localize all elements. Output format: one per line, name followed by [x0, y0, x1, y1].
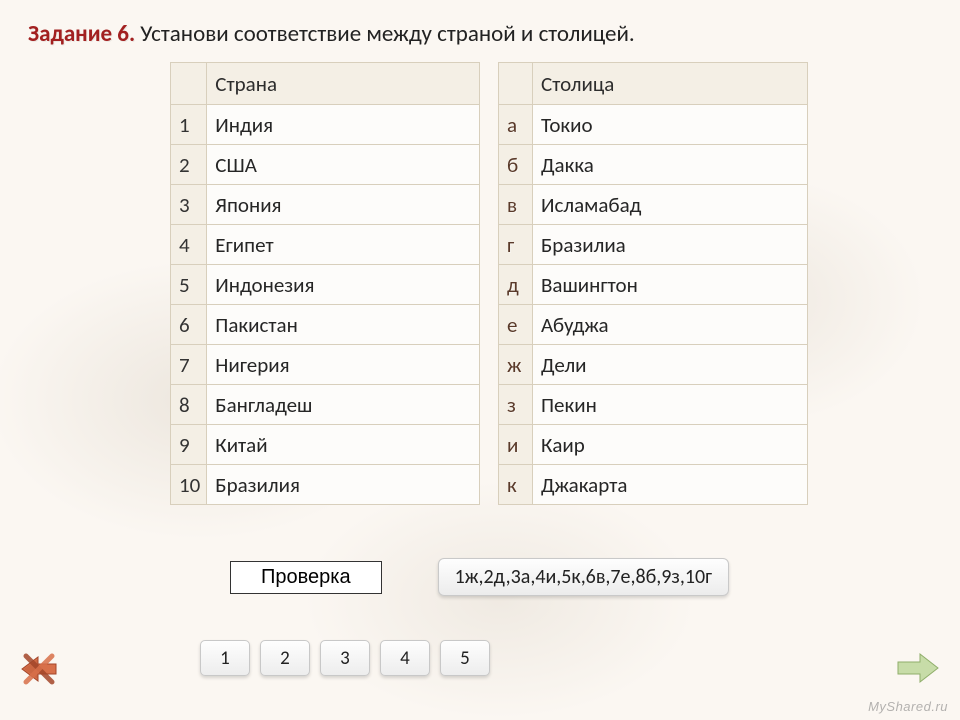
table-row: жДели	[499, 345, 808, 385]
table-row: 9Китай	[171, 425, 480, 465]
table-row: вИсламабад	[499, 185, 808, 225]
country-index: 1	[171, 105, 207, 145]
capital-index: в	[499, 185, 533, 225]
country-index: 7	[171, 345, 207, 385]
table-row: бДакка	[499, 145, 808, 185]
country-value: Бразилия	[207, 465, 480, 505]
task-text: Установи соответствие между страной и ст…	[135, 20, 635, 48]
table-row: зПекин	[499, 385, 808, 425]
capital-index: г	[499, 225, 533, 265]
table-row: 4Египет	[171, 225, 480, 265]
country-value: Китай	[207, 425, 480, 465]
table-row: 5Индонезия	[171, 265, 480, 305]
country-index: 9	[171, 425, 207, 465]
country-value: США	[207, 145, 480, 185]
capital-value: Бразилиа	[533, 225, 808, 265]
watermark: MyShared.ru	[868, 699, 948, 714]
capitals-table: Столица аТокиобДаккавИсламабадгБразилиад…	[498, 62, 808, 505]
capital-index: е	[499, 305, 533, 345]
capital-index: д	[499, 265, 533, 305]
capital-index: з	[499, 385, 533, 425]
capital-index: к	[499, 465, 533, 505]
page-button-2[interactable]: 2	[260, 640, 310, 676]
country-value: Индонезия	[207, 265, 480, 305]
countries-table: Страна 1Индия2США3Япония4Египет5Индонези…	[170, 62, 480, 505]
table-row: 6Пакистан	[171, 305, 480, 345]
country-index: 6	[171, 305, 207, 345]
page-button-1[interactable]: 1	[200, 640, 250, 676]
capital-index: б	[499, 145, 533, 185]
capital-value: Джакарта	[533, 465, 808, 505]
country-index: 4	[171, 225, 207, 265]
country-index: 10	[171, 465, 207, 505]
capitals-header: Столица	[533, 63, 808, 105]
country-value: Нигерия	[207, 345, 480, 385]
capital-value: Абуджа	[533, 305, 808, 345]
table-row: 7Нигерия	[171, 345, 480, 385]
capital-value: Каир	[533, 425, 808, 465]
page-button-3[interactable]: 3	[320, 640, 370, 676]
page-button-5[interactable]: 5	[440, 640, 490, 676]
pager: 12345	[200, 640, 490, 676]
table-row: иКаир	[499, 425, 808, 465]
table-row: дВашингтон	[499, 265, 808, 305]
next-slide-button[interactable]	[894, 648, 942, 688]
prev-slide-button[interactable]	[18, 648, 60, 690]
capital-index: а	[499, 105, 533, 145]
countries-header: Страна	[207, 63, 480, 105]
country-index: 3	[171, 185, 207, 225]
table-row: 10Бразилия	[171, 465, 480, 505]
capital-index: ж	[499, 345, 533, 385]
country-value: Египет	[207, 225, 480, 265]
country-index: 2	[171, 145, 207, 185]
table-row: еАбуджа	[499, 305, 808, 345]
country-value: Япония	[207, 185, 480, 225]
table-row: аТокио	[499, 105, 808, 145]
capital-index: и	[499, 425, 533, 465]
capital-value: Вашингтон	[533, 265, 808, 305]
table-row: 1Индия	[171, 105, 480, 145]
country-index: 5	[171, 265, 207, 305]
capital-value: Дели	[533, 345, 808, 385]
country-value: Бангладеш	[207, 385, 480, 425]
task-title: Задание 6. Установи соответствие между с…	[0, 0, 960, 56]
table-row: кДжакарта	[499, 465, 808, 505]
capital-value: Дакка	[533, 145, 808, 185]
table-row: 3Япония	[171, 185, 480, 225]
capital-value: Токио	[533, 105, 808, 145]
country-index: 8	[171, 385, 207, 425]
capital-value: Исламабад	[533, 185, 808, 225]
country-value: Пакистан	[207, 305, 480, 345]
table-row: 8Бангладеш	[171, 385, 480, 425]
page-button-4[interactable]: 4	[380, 640, 430, 676]
task-number: Задание 6.	[28, 20, 135, 48]
check-button[interactable]: Проверка	[230, 561, 382, 594]
table-row: 2США	[171, 145, 480, 185]
table-row: гБразилиа	[499, 225, 808, 265]
capital-value: Пекин	[533, 385, 808, 425]
country-value: Индия	[207, 105, 480, 145]
answer-key: 1ж,2д,3а,4и,5к,6в,7е,8б,9з,10г	[438, 558, 729, 596]
